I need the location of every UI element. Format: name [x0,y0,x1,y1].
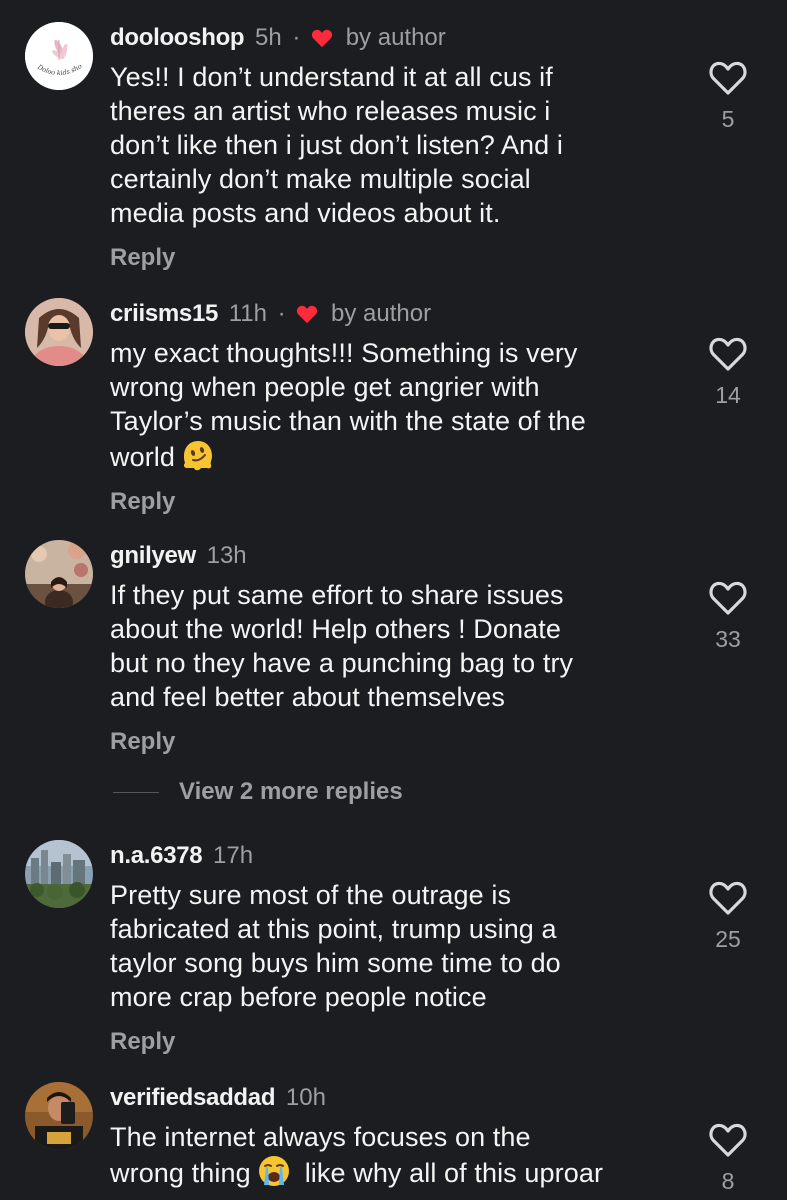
comment-text-fragment: world [110,442,176,472]
comment-text-line: If they put same effort to share issues [110,580,564,610]
comment-body: gnilyew 13h If they put same effort to s… [110,542,690,756]
author-heart-icon [296,303,318,331]
timestamp: 11h [228,300,267,327]
comment-text: If they put same effort to share issues … [110,578,690,714]
comment-text: Pretty sure most of the outrage is fabri… [110,878,690,1014]
comment-meta: verifiedsaddad 10h [110,1084,690,1114]
reply-button[interactable]: Reply [110,244,175,272]
comment-meta: n.a.6378 17h [110,842,690,872]
comment-body: criisms15 11h · by author my exact thoug… [110,300,690,516]
comment-text-line: but no they have a punching bag to try [110,648,574,678]
comment-text-line: don’t like then i just don’t listen? And… [110,130,563,160]
like-button[interactable]: 33 [705,580,751,653]
comment-text-line: certainly don’t make multiple social [110,164,531,194]
reply-button[interactable]: Reply [110,1028,175,1056]
username[interactable]: n.a.6378 [110,842,203,869]
comment-text-line: fabricated at this point, trump using a [110,914,557,944]
comment-text-line: my exact thoughts!!! Something is very [110,338,578,368]
heart-outline-icon [709,61,747,95]
timestamp: 10h [285,1084,326,1111]
comment-body: doolooshop 5h · by author Yes!! I don’t … [110,24,690,272]
liked-by-author-label: by author [345,24,446,51]
comment-text-line: taylor song buys him some time to do [110,948,561,978]
comment-text: The internet always focuses on the wrong… [110,1120,690,1190]
like-count: 5 [721,106,735,132]
comment-meta: doolooshop 5h · by author [110,24,690,54]
comment-meta: criisms15 11h · by author [110,300,690,330]
comment-text-fragment: wrong thing [110,1158,251,1188]
selfie-photo-icon [25,1082,93,1150]
timestamp: 17h [213,842,254,869]
reply-button[interactable]: Reply [110,488,175,516]
comment-text: Yes!! I don’t understand it at all cus i… [110,60,690,230]
username[interactable]: criisms15 [110,300,218,327]
like-button[interactable]: 5 [705,60,751,133]
doolooshop-logo-icon: Doloo kids shop [25,22,93,90]
comment-text-line: wrong when people get angrier with [110,372,540,402]
loudly-crying-face-emoji-icon [257,1154,291,1188]
timestamp: 5h [254,24,282,51]
like-count: 14 [715,382,741,408]
profile-photo-icon [25,298,93,366]
comment-meta: gnilyew 13h [110,542,690,572]
username[interactable]: gnilyew [110,542,196,569]
reply-button[interactable]: Reply [110,728,175,756]
heart-outline-icon [709,337,747,371]
like-button[interactable]: 8 [705,1122,751,1195]
divider-line [113,791,159,793]
avatar[interactable] [25,540,93,608]
like-count: 25 [715,926,741,952]
comment-text-line-with-emoji: world [110,438,690,474]
like-count: 8 [721,1168,735,1194]
comment-text: my exact thoughts!!! Something is very w… [110,336,690,474]
like-count: 33 [715,626,741,652]
comment-text-line-with-emoji: wrong thing like why all of this uproar [110,1154,690,1190]
view-more-replies-label: View 2 more replies [179,778,403,805]
like-button[interactable]: 25 [705,880,751,953]
comment-text-line: Taylor’s music than with the state of th… [110,406,586,436]
username[interactable]: doolooshop [110,24,245,51]
avatar[interactable] [25,1082,93,1150]
comment-text-line: media posts and videos about it. [110,198,501,228]
heart-outline-icon [709,581,747,615]
separator-dot: · [277,300,286,327]
comment-text-line: Yes!! I don’t understand it at all cus i… [110,62,553,92]
comment-text-line: more crap before people notice [110,982,487,1012]
heart-outline-icon [709,1123,747,1157]
cityscape-photo-icon [25,840,93,908]
comment-text-line: about the world! Help others ! Donate [110,614,561,644]
view-more-replies-button[interactable]: View 2 more replies [113,776,403,808]
username[interactable]: verifiedsaddad [110,1084,276,1111]
comment-text-line: Pretty sure most of the outrage is [110,880,512,910]
liked-by-author-label: by author [331,300,432,327]
avatar[interactable]: Doloo kids shop [25,22,93,90]
author-heart-icon [311,27,333,55]
avatar[interactable] [25,298,93,366]
like-button[interactable]: 14 [705,336,751,409]
comment-text-line: The internet always focuses on the [110,1122,531,1152]
heart-outline-icon [709,881,747,915]
comment-body: verifiedsaddad 10h The internet always f… [110,1084,690,1190]
comment-body: n.a.6378 17h Pretty sure most of the out… [110,842,690,1056]
comment-text-line: and feel better about themselves [110,682,505,712]
comment-text-fragment: like why all of this uproar [304,1158,604,1188]
melting-face-emoji-icon [181,438,215,472]
separator-dot: · [292,24,301,51]
comment-text-line: theres an artist who releases music i [110,96,551,126]
timestamp: 13h [206,542,247,569]
profile-photo-icon [25,540,93,608]
avatar[interactable] [25,840,93,908]
comments-feed: Doloo kids shop doolooshop 5h · by autho… [0,0,787,1200]
